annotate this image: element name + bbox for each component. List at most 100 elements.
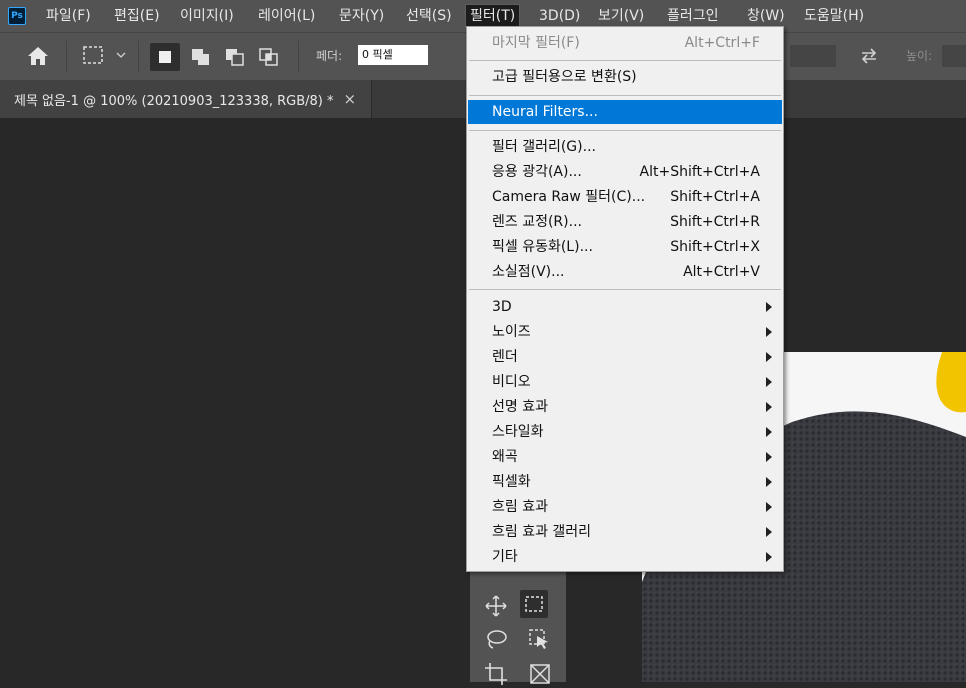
feather-input[interactable]: 0 픽셀 [358, 45, 428, 65]
submenu-arrow-icon [766, 502, 772, 512]
document-tab[interactable]: 제목 없음-1 @ 100% (20210903_123338, RGB/8) … [0, 80, 372, 118]
submenu-stylize[interactable]: 스타일화 [468, 420, 782, 444]
menu-edit[interactable]: 편집(E) [110, 4, 164, 28]
filter-menu-dropdown: 마지막 필터(F) Alt+Ctrl+F 고급 필터용으로 변환(S) Neur… [466, 26, 784, 572]
swap-arrows-icon[interactable] [858, 45, 880, 67]
menu-item-label: 렌더 [492, 349, 518, 365]
submenu-arrow-icon [766, 302, 772, 312]
menu-view[interactable]: 보기(V) [594, 4, 648, 28]
submenu-render[interactable]: 렌더 [468, 345, 782, 369]
add-selection-button[interactable] [186, 43, 216, 71]
menu-item-label: 3D [492, 299, 512, 315]
menu-separator [469, 60, 781, 61]
menu-item-shortcut: Shift+Ctrl+X [670, 239, 760, 255]
menu-item-label: 비디오 [492, 374, 531, 390]
menu-item-adaptive-wide-angle[interactable]: 응용 광각(A)... Alt+Shift+Ctrl+A [468, 160, 782, 184]
document-tab-title: 제목 없음-1 @ 100% (20210903_123338, RGB/8) … [14, 93, 334, 109]
menu-layer[interactable]: 레이어(L) [254, 4, 319, 28]
menu-item-camera-raw[interactable]: Camera Raw 필터(C)... Shift+Ctrl+A [468, 185, 782, 209]
menu-item-label: 기타 [492, 549, 518, 565]
lasso-tool-icon[interactable] [482, 626, 510, 654]
menu-item-label: 응용 광각(A)... [492, 164, 582, 180]
menu-item-label: 고급 필터용으로 변환(S) [492, 69, 637, 85]
submenu-video[interactable]: 비디오 [468, 370, 782, 394]
menu-type[interactable]: 문자(Y) [335, 4, 388, 28]
home-icon[interactable] [26, 45, 50, 67]
menu-item-last-filter[interactable]: 마지막 필터(F) Alt+Ctrl+F [468, 31, 782, 55]
menu-item-label: 픽셀화 [492, 474, 531, 490]
submenu-noise[interactable]: 노이즈 [468, 320, 782, 344]
move-tool-icon[interactable] [482, 592, 510, 620]
crop-tool-icon[interactable] [482, 660, 510, 688]
frame-tool-icon[interactable] [526, 660, 554, 688]
close-icon[interactable]: × [344, 90, 357, 108]
intersect-selection-icon [259, 48, 278, 66]
marquee-tool-icon[interactable] [82, 45, 106, 67]
height-field[interactable] [942, 45, 966, 67]
new-selection-button[interactable] [150, 43, 180, 71]
submenu-pixelate[interactable]: 픽셀화 [468, 470, 782, 494]
chevron-down-icon[interactable] [116, 51, 126, 59]
submenu-arrow-icon [766, 427, 772, 437]
height-label: 높이: [906, 49, 933, 63]
menu-item-label: 왜곡 [492, 449, 518, 465]
submenu-arrow-icon [766, 327, 772, 337]
menu-item-label: 렌즈 교정(R)... [492, 214, 582, 230]
marquee-tool-button[interactable] [520, 590, 548, 618]
intersect-selection-button[interactable] [254, 43, 284, 71]
submenu-sharpen[interactable]: 선명 효과 [468, 395, 782, 419]
separator [138, 41, 139, 73]
menu-item-shortcut: Shift+Ctrl+A [670, 189, 760, 205]
menu-separator [469, 95, 781, 96]
submenu-blur-gallery[interactable]: 흐림 효과 갤러리 [468, 520, 782, 544]
menu-item-label: 스타일화 [492, 424, 544, 440]
submenu-blur[interactable]: 흐림 효과 [468, 495, 782, 519]
menu-item-label: Camera Raw 필터(C)... [492, 189, 646, 205]
menu-item-shortcut: Alt+Ctrl+F [684, 35, 760, 51]
menu-item-label: 마지막 필터(F) [492, 35, 580, 51]
rect-marquee-icon [525, 596, 543, 612]
menu-separator [469, 289, 781, 290]
menu-filter[interactable]: 필터(T) [465, 4, 521, 28]
menu-item-lens-correction[interactable]: 렌즈 교정(R)... Shift+Ctrl+R [468, 210, 782, 234]
submenu-distort[interactable]: 왜곡 [468, 445, 782, 469]
submenu-arrow-icon [766, 402, 772, 412]
menu-item-neural-filters[interactable]: Neural Filters... [468, 100, 782, 124]
subtract-selection-button[interactable] [220, 43, 250, 71]
submenu-arrow-icon [766, 377, 772, 387]
menu-separator [469, 130, 781, 131]
separator [66, 41, 67, 73]
menu-item-label: 픽셀 유동화(L)... [492, 239, 593, 255]
menu-item-shortcut: Alt+Shift+Ctrl+A [639, 164, 760, 180]
menu-select[interactable]: 선택(S) [402, 4, 456, 28]
menu-item-convert-smart-filters[interactable]: 고급 필터용으로 변환(S) [468, 65, 782, 89]
menu-item-label: Neural Filters... [492, 104, 598, 120]
menu-plugins[interactable]: 플러그인 [663, 4, 723, 28]
menu-file[interactable]: 파일(F) [42, 4, 95, 28]
menu-item-label: 노이즈 [492, 324, 531, 340]
menu-item-shortcut: Alt+Ctrl+V [683, 264, 760, 280]
tools-panel [470, 572, 566, 685]
menu-item-liquify[interactable]: 픽셀 유동화(L)... Shift+Ctrl+X [468, 235, 782, 259]
submenu-other[interactable]: 기타 [468, 545, 782, 569]
submenu-arrow-icon [766, 452, 772, 462]
menu-item-label: 흐림 효과 갤러리 [492, 524, 592, 540]
separator [298, 41, 299, 73]
submenu-arrow-icon [766, 352, 772, 362]
feather-label: 페더: [316, 49, 343, 63]
menu-item-label: 선명 효과 [492, 399, 548, 415]
menu-item-filter-gallery[interactable]: 필터 갤러리(G)... [468, 135, 782, 159]
menu-image[interactable]: 이미지(I) [176, 4, 238, 28]
menu-window[interactable]: 창(W) [743, 4, 789, 28]
submenu-arrow-icon [766, 527, 772, 537]
menu-help[interactable]: 도움말(H) [800, 4, 868, 28]
object-selection-icon[interactable] [526, 626, 554, 654]
new-selection-icon [159, 51, 171, 63]
width-field[interactable] [790, 45, 836, 67]
subtract-selection-icon [226, 49, 244, 66]
photoshop-logo-icon: Ps [8, 7, 26, 25]
menu-item-vanishing-point[interactable]: 소실점(V)... Alt+Ctrl+V [468, 260, 782, 284]
submenu-arrow-icon [766, 552, 772, 562]
submenu-3d[interactable]: 3D [468, 295, 782, 319]
menu-3d[interactable]: 3D(D) [535, 4, 584, 28]
